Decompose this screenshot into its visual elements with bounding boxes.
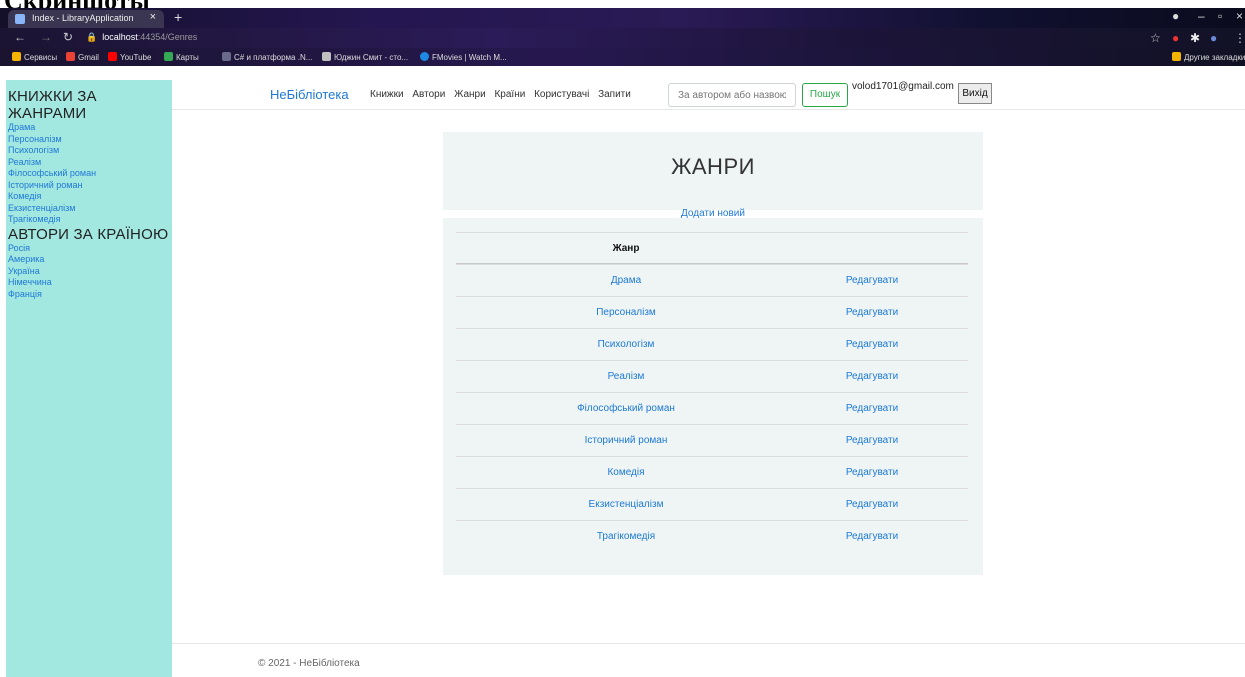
minimize-icon[interactable]: – (1198, 9, 1205, 23)
edit-link[interactable]: Редагувати (796, 339, 948, 350)
page-favicon-icon (15, 14, 25, 24)
new-tab-icon[interactable]: + (174, 9, 182, 25)
nav-link-authors[interactable]: Автори (412, 89, 445, 100)
bookmarks-bar: Сервисы Gmail YouTube Карты C# и платфор… (0, 48, 1245, 66)
table-row: Трагікомедія Редагувати (456, 520, 968, 552)
sidebar-country-link[interactable]: Німеччина (6, 277, 172, 289)
bookmark-gmail[interactable]: Gmail (66, 52, 99, 62)
edit-link[interactable]: Редагувати (796, 531, 948, 542)
edit-link[interactable]: Редагувати (796, 467, 948, 478)
table-row: Драма Редагувати (456, 264, 968, 296)
sidebar-country-link[interactable]: Україна (6, 266, 172, 278)
reload-icon[interactable]: ↻ (63, 30, 73, 44)
profile-icon[interactable]: ● (1172, 9, 1179, 23)
table-row: Історичний роман Редагувати (456, 424, 968, 456)
sidebar-genre-link[interactable]: Комедія (6, 191, 172, 203)
nav-link-countries[interactable]: Країни (494, 89, 525, 100)
bookmark-maps[interactable]: Карты (164, 52, 199, 62)
table-row: Психологізм Редагувати (456, 328, 968, 360)
table-row: Комедія Редагувати (456, 456, 968, 488)
sidebar-country-link[interactable]: Росія (6, 243, 172, 255)
edit-link[interactable]: Редагувати (796, 307, 948, 318)
sidebar-genre-link[interactable]: Історичний роман (6, 180, 172, 192)
back-icon[interactable]: ← (14, 30, 26, 44)
genres-table-panel: Жанр Драма Редагувати Персоналізм Редагу… (443, 218, 983, 575)
genre-name: Драма (610, 275, 642, 286)
genre-name: Реалізм (607, 371, 645, 382)
genres-table: Жанр Драма Редагувати Персоналізм Редагу… (456, 232, 968, 552)
table-row: Реалізм Редагувати (456, 360, 968, 392)
sidebar-genre-link[interactable]: Психологізм (6, 145, 172, 157)
nav-link-books[interactable]: Книжки (370, 89, 404, 100)
nav-link-genres[interactable]: Жанри (454, 89, 486, 100)
extension-icon[interactable]: ● (1172, 31, 1179, 45)
top-navbar: НеБібліотека Книжки Автори Жанри Країни … (172, 80, 1245, 110)
sidebar-authors-heading: АВТОРИ ЗА КРАЇНОЮ (8, 225, 169, 243)
table-row: Філософський роман Редагувати (456, 392, 968, 424)
forward-icon[interactable]: → (40, 30, 52, 44)
brand-link[interactable]: НеБібліотека (270, 87, 349, 102)
nav-links: Книжки Автори Жанри Країни Користувачі З… (370, 89, 637, 100)
bookmark-star-icon[interactable]: ☆ (1150, 31, 1161, 45)
browser-tab-bar: Index - LibraryApplication × + ● – ▫ × (0, 8, 1245, 28)
menu-icon[interactable]: ⋮ (1234, 31, 1245, 45)
table-header-row: Жанр (456, 232, 968, 264)
genre-name: Екзистенціалізм (588, 499, 664, 510)
footer-copyright: © 2021 - НеБібліотека (258, 658, 360, 669)
edit-link[interactable]: Редагувати (796, 371, 948, 382)
bookmark-youtube[interactable]: YouTube (108, 52, 151, 62)
bookmark-services[interactable]: Сервисы (12, 52, 57, 62)
search-input[interactable] (668, 83, 796, 107)
logout-button[interactable]: Вихід (958, 83, 992, 104)
genre-name: Персоналізм (596, 307, 656, 318)
user-email: volod1701@gmail.com (852, 81, 954, 92)
genre-name: Комедія (607, 467, 645, 478)
sidebar-genre-link[interactable]: Трагікомедія (6, 214, 172, 226)
bookmark-fmovies[interactable]: FMovies | Watch M... (420, 52, 507, 62)
close-tab-icon[interactable]: × (150, 11, 156, 23)
sidebar-genre-link[interactable]: Реалізм (6, 157, 172, 169)
sidebar-country-link[interactable]: Америка (6, 254, 172, 266)
close-window-icon[interactable]: × (1236, 9, 1243, 23)
edit-link[interactable]: Редагувати (796, 435, 948, 446)
page-header-panel: ЖАНРИ Додати новий (443, 132, 983, 219)
nav-link-queries[interactable]: Запити (598, 89, 631, 100)
sidebar: КНИЖКИ ЗА ЖАНРАМИ Драма Персоналізм Псих… (6, 80, 172, 677)
nav-link-users[interactable]: Користувачі (534, 89, 589, 100)
table-row: Екзистенціалізм Редагувати (456, 488, 968, 520)
genre-name: Трагікомедія (596, 531, 656, 542)
sidebar-genres-heading: КНИЖКИ ЗА ЖАНРАМИ (8, 88, 97, 122)
lock-icon: 🔒 (86, 32, 98, 42)
page-title: ЖАНРИ (671, 154, 755, 179)
bookmark-csharp[interactable]: C# и платформа .N... (222, 52, 312, 62)
maximize-icon[interactable]: ▫ (1218, 9, 1222, 23)
address-bar: ← → ↻ 🔒 localhost:44354/Genres ☆ ● ✱ ● ⋮ (0, 28, 1245, 48)
table-row: Персоналізм Редагувати (456, 296, 968, 328)
sidebar-genre-link[interactable]: Драма (6, 122, 172, 134)
edit-link[interactable]: Редагувати (796, 499, 948, 510)
extensions-puzzle-icon[interactable]: ✱ (1190, 31, 1200, 45)
url-field[interactable]: 🔒 localhost:44354/Genres (86, 32, 197, 43)
column-header-genre: Жанр (612, 243, 640, 254)
edit-link[interactable]: Редагувати (796, 275, 948, 286)
sidebar-genre-link[interactable]: Персоналізм (6, 134, 172, 146)
browser-tab[interactable]: Index - LibraryApplication × (8, 10, 164, 28)
genre-name: Філософський роман (577, 403, 675, 414)
sidebar-country-link[interactable]: Франція (6, 289, 172, 301)
search-button[interactable]: Пошук (802, 83, 848, 107)
footer: © 2021 - НеБібліотека (172, 643, 1245, 677)
genre-name: Психологізм (597, 339, 655, 350)
sidebar-genre-link[interactable]: Екзистенціалізм (6, 203, 172, 215)
bookmark-eugene[interactable]: Юджин Смит - сто... (322, 52, 408, 62)
genre-name: Історичний роман (584, 435, 668, 446)
avatar[interactable]: ● (1210, 31, 1217, 45)
edit-link[interactable]: Редагувати (796, 403, 948, 414)
tab-title: Index - LibraryApplication (32, 13, 134, 23)
bookmark-other[interactable]: Другие закладки (1172, 52, 1245, 62)
sidebar-genre-link[interactable]: Філософський роман (6, 168, 172, 180)
